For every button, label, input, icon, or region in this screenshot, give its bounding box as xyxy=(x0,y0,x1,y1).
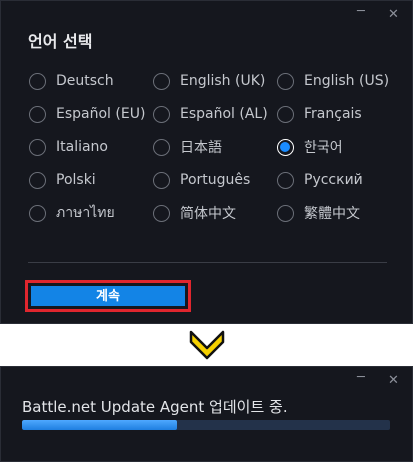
radio-button[interactable] xyxy=(277,204,294,222)
language-option[interactable]: Español (EU) xyxy=(29,102,145,126)
radio-button[interactable] xyxy=(277,138,294,156)
radio-button[interactable] xyxy=(153,105,170,123)
language-label: 繁體中文 xyxy=(304,206,360,222)
language-option[interactable]: 繁體中文 xyxy=(277,201,360,225)
language-label: Polski xyxy=(56,172,96,188)
language-option[interactable]: English (UK) xyxy=(153,69,265,93)
progress-bar xyxy=(22,420,390,430)
language-option[interactable]: ภาษาไทย xyxy=(29,201,115,225)
close-icon[interactable]: ✕ xyxy=(388,374,399,388)
radio-button[interactable] xyxy=(153,204,170,222)
language-label: Deutsch xyxy=(56,73,114,89)
radio-button[interactable] xyxy=(29,204,46,222)
language-label: English (US) xyxy=(304,73,390,89)
update-status-text: Battle.net Update Agent 업데이트 중. xyxy=(22,398,288,416)
language-option[interactable]: Português xyxy=(153,168,250,192)
language-label: Español (EU) xyxy=(56,106,146,122)
minimize-icon[interactable]: ─ xyxy=(357,5,365,19)
language-option[interactable]: 日本語 xyxy=(153,135,222,159)
language-label: Español (AL) xyxy=(180,106,268,122)
radio-button[interactable] xyxy=(29,72,46,90)
language-label: Français xyxy=(304,106,362,122)
divider xyxy=(28,262,387,263)
language-label: ภาษาไทย xyxy=(56,205,115,221)
continue-button[interactable]: 계속 xyxy=(31,286,185,306)
radio-button[interactable] xyxy=(277,105,294,123)
radio-button[interactable] xyxy=(277,72,294,90)
language-label: English (UK) xyxy=(180,73,266,89)
radio-button[interactable] xyxy=(153,72,170,90)
language-option[interactable]: Español (AL) xyxy=(153,102,268,126)
language-label: Italiano xyxy=(56,139,108,155)
language-label: Português xyxy=(180,172,251,188)
language-label: 简体中文 xyxy=(180,206,236,222)
radio-button[interactable] xyxy=(153,171,170,189)
language-option[interactable]: English (US) xyxy=(277,69,389,93)
close-icon[interactable]: ✕ xyxy=(388,8,399,22)
progress-fill xyxy=(22,420,177,430)
radio-button[interactable] xyxy=(29,138,46,156)
radio-button[interactable] xyxy=(29,171,46,189)
language-option[interactable]: Русский xyxy=(277,168,363,192)
language-option[interactable]: Polski xyxy=(29,168,96,192)
language-option[interactable]: 한국어 xyxy=(277,135,343,159)
language-label: 한국어 xyxy=(304,140,343,156)
language-label: 日本語 xyxy=(180,140,222,156)
radio-button[interactable] xyxy=(153,138,170,156)
minimize-icon[interactable]: ─ xyxy=(357,371,365,385)
radio-button[interactable] xyxy=(277,171,294,189)
chevron-down-icon xyxy=(189,330,225,360)
dialog-title: 언어 선택 xyxy=(28,32,93,51)
language-option[interactable]: 简体中文 xyxy=(153,201,236,225)
language-label: Русский xyxy=(304,172,363,188)
language-option[interactable]: Deutsch xyxy=(29,69,114,93)
radio-button[interactable] xyxy=(29,105,46,123)
language-option[interactable]: Français xyxy=(277,102,362,126)
language-option[interactable]: Italiano xyxy=(29,135,108,159)
language-select-window: ─ ✕ 언어 선택 Deutsch English (UK) English (US… xyxy=(0,0,413,324)
